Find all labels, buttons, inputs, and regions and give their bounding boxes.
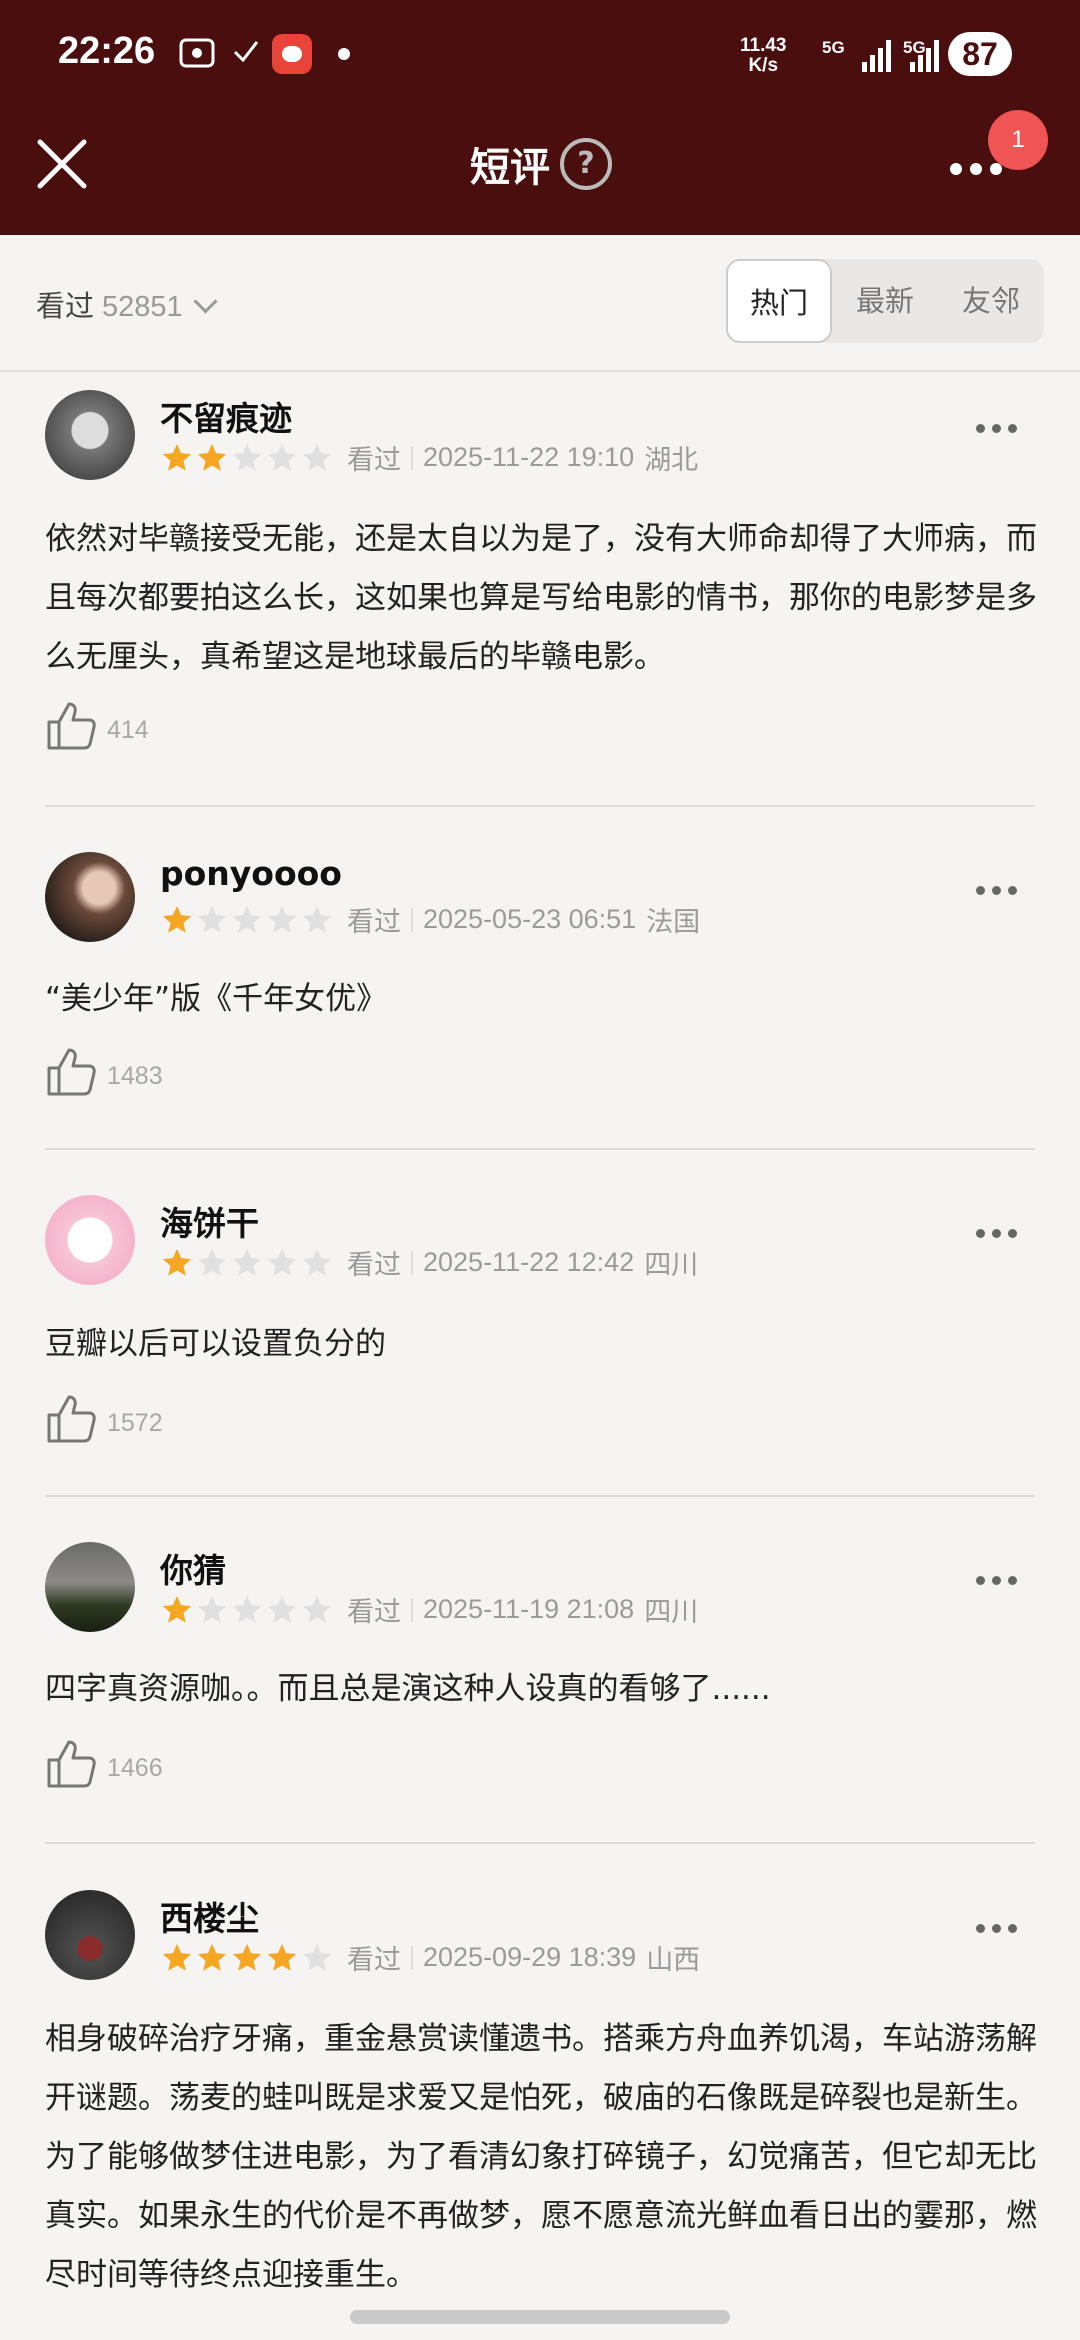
close-button[interactable] [34, 136, 90, 192]
top-nav-bar: 短评 ? 1 [0, 110, 1080, 235]
app-notification-icon [272, 34, 312, 74]
filter-bar: 看过 52851 热门 最新 友邻 [0, 235, 1080, 372]
check-icon [232, 34, 260, 78]
status-time: 22:26 [58, 30, 156, 72]
rating-stars [160, 903, 335, 937]
review-meta: 看过 2025-11-19 21:08 四川 [160, 1590, 698, 1630]
divider [45, 1842, 1035, 1844]
username[interactable]: 不留痕迹 [160, 392, 292, 440]
star-empty-icon [267, 1595, 297, 1623]
like-count: 1483 [107, 1062, 163, 1090]
star-filled-icon [162, 1248, 192, 1276]
screenshot-icon [178, 34, 216, 80]
star-empty-icon [302, 1595, 332, 1623]
status-bar: 22:26 11.43 K/s 5G 5G 87 [0, 0, 1080, 110]
thumbs-up-icon [47, 1048, 96, 1096]
tab-hot[interactable]: 热门 [726, 259, 832, 343]
close-icon [37, 139, 87, 189]
thumbs-up-icon [47, 1395, 96, 1443]
star-empty-icon [267, 1248, 297, 1276]
avatar[interactable] [45, 1195, 135, 1285]
star-empty-icon [267, 443, 297, 471]
username[interactable]: 西楼尘 [160, 1892, 259, 1940]
watched-count: 52851 [102, 291, 183, 323]
sort-tabs: 热门 最新 友邻 [726, 259, 1044, 343]
signal-icon-1 [862, 36, 898, 72]
help-icon[interactable]: ? [560, 138, 612, 190]
star-filled-icon [197, 443, 227, 471]
star-filled-icon [162, 905, 192, 933]
chevron-down-icon [193, 289, 218, 314]
username[interactable]: ponyoooo [160, 854, 342, 893]
review-text: “美少年”版《千年女优》 [45, 981, 388, 1017]
star-filled-icon [162, 443, 192, 471]
review-meta: 看过 2025-11-22 12:42 四川 [160, 1243, 698, 1283]
avatar[interactable] [45, 1542, 135, 1632]
review-meta: 看过 2025-05-23 06:51 法国 [160, 900, 700, 940]
star-empty-icon [302, 905, 332, 933]
home-indicator[interactable] [350, 2310, 730, 2324]
signal-icon-2 [910, 36, 946, 72]
review-meta: 看过 2025-09-29 18:39 山西 [160, 1938, 700, 1978]
avatar[interactable] [45, 852, 135, 942]
star-empty-icon [197, 905, 227, 933]
review-text: 四字真资源咖。。而且总是演这种人设真的看够了...... [45, 1671, 771, 1707]
like-count: 414 [107, 716, 149, 744]
review-more-button[interactable] [976, 1570, 1024, 1589]
rating-stars [160, 1593, 335, 1627]
like-button[interactable]: 1483 [45, 1044, 163, 1102]
star-filled-icon [162, 1943, 192, 1971]
rating-stars [160, 1941, 335, 1975]
review-more-button[interactable] [976, 1223, 1024, 1242]
like-button[interactable]: 1466 [45, 1736, 163, 1794]
thumbs-up-icon [47, 702, 96, 750]
notification-dot-icon [338, 48, 350, 60]
review-more-button[interactable] [976, 880, 1024, 899]
star-filled-icon [267, 1943, 297, 1971]
star-empty-icon [197, 1595, 227, 1623]
review-text: 依然对毕赣接受无能，还是太自以为是了，没有大师命却得了大师病，而且每次都要拍这么… [45, 521, 1037, 675]
star-filled-icon [232, 1943, 262, 1971]
like-count: 1572 [107, 1409, 163, 1437]
network-speed: 11.43 K/s [740, 35, 787, 76]
star-empty-icon [302, 1943, 332, 1971]
star-filled-icon [162, 1595, 192, 1623]
username[interactable]: 海饼干 [160, 1197, 259, 1245]
rating-stars [160, 441, 335, 475]
username[interactable]: 你猜 [160, 1544, 226, 1592]
star-filled-icon [197, 1943, 227, 1971]
review-text: 豆瓣以后可以设置负分的 [45, 1326, 386, 1362]
avatar[interactable] [45, 1890, 135, 1980]
like-button[interactable]: 1572 [45, 1391, 163, 1449]
battery-indicator: 87 [948, 32, 1012, 76]
star-empty-icon [232, 1595, 262, 1623]
network-type-1: 5G [822, 38, 845, 57]
divider [45, 1495, 1035, 1497]
review-more-button[interactable] [976, 418, 1024, 437]
watched-label: 看过 [36, 289, 95, 323]
page-title: 短评 [470, 145, 550, 191]
like-count: 1466 [107, 1754, 163, 1782]
like-button[interactable]: 414 [45, 698, 149, 756]
avatar[interactable] [45, 390, 135, 480]
star-empty-icon [197, 1248, 227, 1276]
star-empty-icon [267, 905, 297, 933]
watched-filter-dropdown[interactable]: 看过 52851 [36, 283, 218, 325]
star-empty-icon [232, 905, 262, 933]
review-more-button[interactable] [976, 1918, 1024, 1937]
review-meta: 看过 2025-11-22 19:10 湖北 [160, 438, 698, 478]
thumbs-up-icon [47, 1740, 96, 1788]
star-empty-icon [302, 443, 332, 471]
tab-friends[interactable]: 友邻 [938, 259, 1044, 343]
divider [45, 805, 1035, 807]
star-empty-icon [302, 1248, 332, 1276]
tab-latest[interactable]: 最新 [832, 259, 938, 343]
rating-stars [160, 1246, 335, 1280]
star-empty-icon [232, 1248, 262, 1276]
notification-badge: 1 [988, 110, 1048, 170]
star-empty-icon [232, 443, 262, 471]
divider [45, 1148, 1035, 1150]
review-text: 相身破碎治疗牙痛，重金悬赏读懂遗书。搭乘方舟血养饥渴，车站游荡解开谜题。荡麦的蛙… [45, 2021, 1037, 2293]
